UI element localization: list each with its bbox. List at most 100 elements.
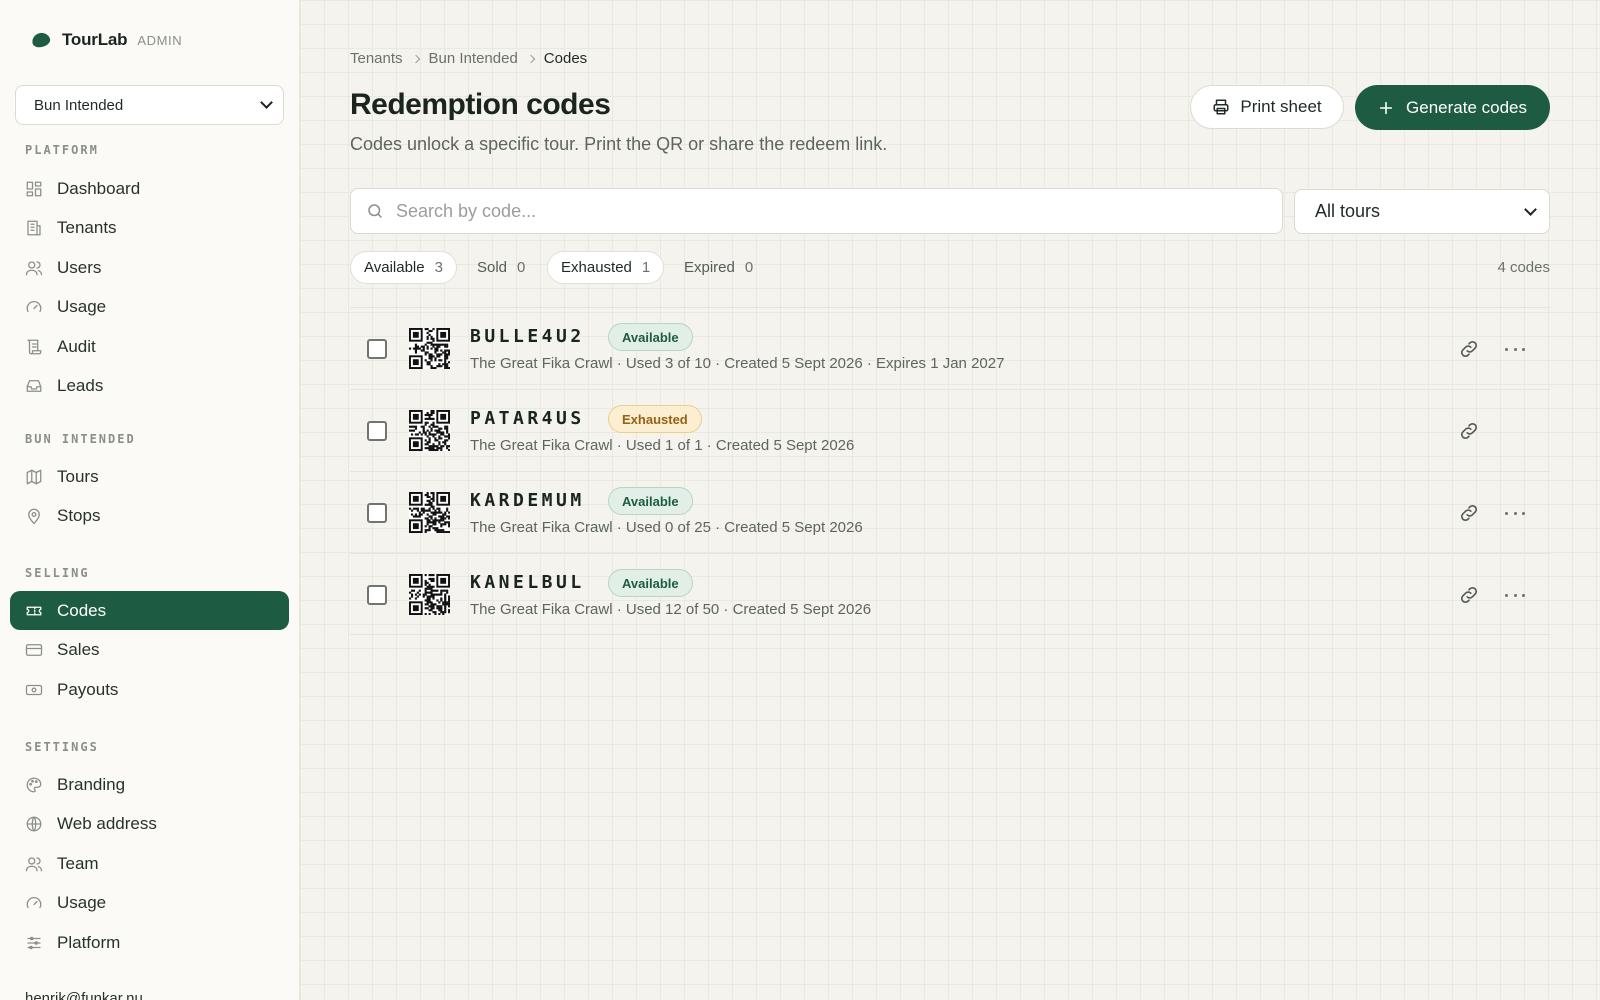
sidebar-item-label: Branding	[57, 774, 126, 794]
sidebar-item-tours[interactable]: Tours	[10, 457, 289, 496]
sidebar-item-label: Leads	[57, 376, 104, 395]
scroll-icon	[25, 338, 43, 356]
code-meta: The Great Fika Crawl · Used 1 of 1 · Cre…	[470, 437, 855, 454]
filter-tab-sold[interactable]: Sold 0	[464, 251, 538, 284]
sidebar-item-label: Stops	[57, 506, 101, 525]
qr-code-icon[interactable]	[409, 410, 451, 452]
sidebar-item-label: Users	[57, 257, 102, 277]
status-badge: Available	[608, 323, 693, 351]
status-badge: Available	[608, 487, 693, 515]
more-options-icon[interactable]	[1505, 338, 1525, 360]
filter-tab-expired[interactable]: Expired 0	[671, 251, 766, 284]
filter-label: Sold	[477, 259, 508, 276]
nav-section-title: PLATFORM	[25, 143, 99, 157]
link-icon[interactable]	[1458, 338, 1480, 360]
status-badge: Exhausted	[608, 405, 702, 433]
sidebar-item-web-address[interactable]: Web address	[10, 805, 289, 844]
palette-icon	[25, 776, 43, 794]
code-count: 4 codes	[1497, 259, 1550, 276]
row-checkbox[interactable]	[367, 421, 387, 441]
more-options-icon[interactable]	[1505, 502, 1525, 524]
page-title: Redemption codes	[350, 88, 611, 121]
sidebar-item-dashboard[interactable]: Dashboard	[10, 169, 289, 208]
breadcrumb: Tenants Bun Intended Codes	[350, 50, 587, 67]
nav-section-title: SELLING	[25, 566, 90, 580]
brand[interactable]: TourLab ADMIN	[30, 30, 183, 50]
sidebar-item-usage[interactable]: Usage	[10, 288, 289, 327]
row-checkbox[interactable]	[367, 585, 387, 605]
more-options-icon[interactable]	[1505, 584, 1525, 606]
code-meta: The Great Fika Crawl · Used 3 of 10 · Cr…	[470, 355, 1005, 372]
sidebar-item-leads[interactable]: Leads	[10, 367, 289, 406]
user-email[interactable]: henrik@funkar.nu	[25, 990, 143, 1000]
filter-label: Exhausted	[561, 259, 632, 276]
code-list: BULLE4U2 Available The Great Fika Crawl …	[350, 307, 1550, 635]
inbox-icon	[25, 377, 43, 395]
filter-tab-exhausted[interactable]: Exhausted 1	[547, 251, 665, 284]
link-icon[interactable]	[1458, 502, 1480, 524]
tour-filter-value: All tours	[1315, 201, 1381, 221]
tenant-select-value: Bun Intended	[34, 96, 124, 114]
sidebar-item-codes[interactable]: Codes	[10, 591, 289, 630]
main-content: Tenants Bun Intended Codes Redemption co…	[300, 0, 1600, 1000]
filter-tab-available[interactable]: Available 3	[350, 251, 457, 284]
qr-code-icon[interactable]	[409, 328, 451, 370]
dashboard-icon	[25, 180, 43, 198]
link-icon[interactable]	[1458, 584, 1480, 606]
filter-count: 0	[517, 259, 526, 276]
sidebar-item-audit[interactable]: Audit	[10, 327, 289, 366]
generate-codes-button[interactable]: Generate codes	[1355, 85, 1550, 130]
link-icon[interactable]	[1458, 420, 1480, 442]
gauge-icon	[25, 298, 43, 316]
qr-code-icon[interactable]	[409, 574, 451, 616]
search-input[interactable]	[396, 200, 1282, 222]
breadcrumb-tenant[interactable]: Bun Intended	[429, 50, 518, 67]
sidebar-item-usage[interactable]: Usage	[10, 884, 289, 923]
sidebar-item-sales[interactable]: Sales	[10, 631, 289, 670]
sidebar-item-stops[interactable]: Stops	[10, 497, 289, 536]
filter-label: Available	[364, 259, 425, 276]
globe-icon	[25, 815, 43, 833]
print-sheet-button[interactable]: Print sheet	[1190, 85, 1344, 129]
sidebar-item-label: Sales	[57, 640, 100, 659]
filter-count: 1	[641, 259, 651, 276]
chevron-right-icon	[411, 54, 420, 63]
generate-codes-label: Generate codes	[1406, 97, 1527, 117]
sidebar-item-label: Platform	[57, 932, 121, 952]
print-sheet-label: Print sheet	[1240, 97, 1322, 116]
sidebar-item-payouts[interactable]: Payouts	[10, 670, 289, 709]
app-tag: ADMIN	[137, 32, 183, 48]
credit-card-icon	[25, 641, 43, 659]
tour-filter-select[interactable]: All tours	[1294, 189, 1550, 234]
sliders-icon	[25, 934, 43, 952]
building-icon	[25, 219, 43, 237]
sidebar-item-tenants[interactable]: Tenants	[10, 209, 289, 248]
page-subtitle: Codes unlock a specific tour. Print the …	[350, 134, 888, 154]
code-row: BULLE4U2 Available The Great Fika Crawl …	[350, 307, 1550, 389]
printer-icon	[1213, 99, 1229, 115]
tenant-select[interactable]: Bun Intended	[15, 85, 284, 125]
sidebar-item-users[interactable]: Users	[10, 248, 289, 287]
code-value: BULLE4U2	[470, 326, 585, 347]
gauge-icon	[25, 894, 43, 912]
sidebar-item-branding[interactable]: Branding	[10, 765, 289, 804]
code-value: KARDEMUM	[470, 490, 585, 511]
sidebar: TourLab ADMIN Bun Intended PLATFORM Dashb…	[0, 0, 300, 1000]
row-checkbox[interactable]	[367, 339, 387, 359]
nav-section-title: SETTINGS	[25, 740, 99, 754]
sidebar-item-label: Web address	[57, 814, 157, 833]
sidebar-item-platform[interactable]: Platform	[10, 923, 289, 962]
users-icon	[25, 855, 43, 873]
sidebar-item-team[interactable]: Team	[10, 844, 289, 883]
row-checkbox[interactable]	[367, 503, 387, 523]
qr-code-icon[interactable]	[409, 492, 451, 534]
sidebar-item-label: Usage	[57, 297, 107, 316]
sidebar-item-label: Team	[57, 853, 99, 873]
filter-label: Expired	[684, 259, 735, 276]
sidebar-item-label: Payouts	[57, 679, 119, 699]
breadcrumb-tenants[interactable]: Tenants	[350, 50, 403, 67]
map-icon	[25, 468, 43, 486]
map-pin-icon	[25, 507, 43, 525]
plus-icon	[1379, 101, 1393, 114]
nav-section-title: BUN INTENDED	[25, 432, 136, 446]
